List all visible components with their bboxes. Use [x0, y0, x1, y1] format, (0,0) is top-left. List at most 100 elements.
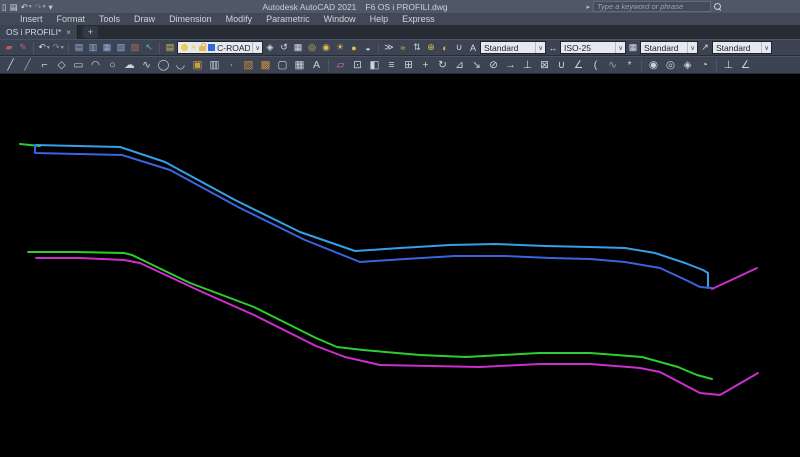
new-tab-button[interactable]: +: [83, 26, 98, 38]
undo-button-dropdown-icon[interactable]: ▾: [29, 1, 32, 13]
hatch-icon[interactable]: ▨: [240, 58, 257, 73]
profile-blue-top-edge[interactable]: [35, 145, 708, 288]
erase-icon[interactable]: ▱: [332, 58, 349, 73]
block-editor-icon[interactable]: ✎: [16, 41, 30, 55]
layer-merge-icon[interactable]: ∪: [452, 41, 466, 55]
layer-isolate-lock-icon[interactable]: ◐: [438, 41, 452, 55]
break-icon[interactable]: ⊠: [536, 58, 553, 73]
construction-line-icon[interactable]: ╱: [19, 58, 36, 73]
redo-button-toolbar[interactable]: ↷▾: [51, 41, 65, 55]
break-at-point-icon[interactable]: ⊥: [519, 58, 536, 73]
ellipse-arc-icon[interactable]: ◡: [172, 58, 189, 73]
bring-to-front-icon[interactable]: ◉: [645, 58, 662, 73]
rectangle-icon[interactable]: ▭: [70, 58, 87, 73]
undo-button-toolbar-dropdown-icon[interactable]: ▾: [47, 45, 50, 51]
dimension-style-combo[interactable]: ISO-25∨: [560, 41, 626, 54]
menu-insert[interactable]: Insert: [13, 13, 50, 25]
multileader-style-icon[interactable]: ↗: [698, 41, 712, 55]
layer-freeze-icon[interactable]: ☀: [333, 41, 347, 55]
search-input[interactable]: [597, 2, 707, 11]
layer-lock-fade-icon[interactable]: ◒: [361, 41, 375, 55]
layer-isolate-icon[interactable]: ◎: [305, 41, 319, 55]
tool-palettes-icon[interactable]: ▦: [100, 41, 114, 55]
menu-dimension[interactable]: Dimension: [162, 13, 219, 25]
properties-palette-icon[interactable]: ▤: [72, 41, 86, 55]
layer-match-icon[interactable]: ≈: [396, 41, 410, 55]
offset-icon[interactable]: ≡: [383, 58, 400, 73]
match-properties-icon[interactable]: ▰: [2, 41, 16, 55]
layer-walk-icon[interactable]: ≫: [382, 41, 396, 55]
table-style-combo[interactable]: Standard∨: [640, 41, 698, 54]
menu-modify[interactable]: Modify: [219, 13, 260, 25]
circle-icon[interactable]: ○: [104, 58, 121, 73]
profile-green-lower[interactable]: [28, 252, 712, 379]
rotate-icon[interactable]: ↻: [434, 58, 451, 73]
layer-states-icon[interactable]: ▦: [291, 41, 305, 55]
point-icon[interactable]: ∙: [223, 58, 240, 73]
menu-help[interactable]: Help: [363, 13, 396, 25]
layer-off-icon[interactable]: ●: [347, 41, 361, 55]
extend-icon[interactable]: →: [502, 58, 519, 73]
text-style-combo-dropdown-icon[interactable]: ∨: [535, 42, 545, 53]
search-icon[interactable]: [714, 3, 722, 11]
text-style-combo[interactable]: Standard∨: [480, 41, 546, 54]
undo-button-toolbar[interactable]: ↶▾: [37, 41, 51, 55]
arc-icon[interactable]: ◠: [87, 58, 104, 73]
redo-button-dropdown-icon[interactable]: ▾: [43, 1, 46, 13]
blend-curves-icon[interactable]: ∿: [604, 58, 621, 73]
array-icon[interactable]: ⊞: [400, 58, 417, 73]
menu-window[interactable]: Window: [317, 13, 363, 25]
mirror-icon[interactable]: ◧: [366, 58, 383, 73]
region-icon[interactable]: ▢: [274, 58, 291, 73]
revision-cloud-icon[interactable]: ☁: [121, 58, 138, 73]
spline-icon[interactable]: ∿: [138, 58, 155, 73]
new-drawing-icon[interactable]: ▯: [2, 1, 7, 13]
gradient-icon[interactable]: ▩: [257, 58, 274, 73]
table-icon[interactable]: ▦: [291, 58, 308, 73]
send-to-back-icon[interactable]: ◎: [662, 58, 679, 73]
text-style-icon[interactable]: A: [466, 41, 480, 55]
redo-button-toolbar-dropdown-icon[interactable]: ▾: [61, 45, 64, 51]
join-icon[interactable]: ∪: [553, 58, 570, 73]
perpendicular-snap-icon[interactable]: ⊥: [720, 58, 737, 73]
layer-previous-icon[interactable]: ↺: [277, 41, 291, 55]
markup-set-manager-icon[interactable]: ▨: [128, 41, 142, 55]
layer-unisolate-icon[interactable]: ◉: [319, 41, 333, 55]
insert-block-icon[interactable]: ▣: [189, 58, 206, 73]
mtext-icon[interactable]: A: [308, 58, 325, 73]
ellipse-icon[interactable]: ◯: [155, 58, 172, 73]
angular-dimension-icon[interactable]: ∠: [737, 58, 754, 73]
fillet-icon[interactable]: (: [587, 58, 604, 73]
explode-icon[interactable]: *: [621, 58, 638, 73]
change-to-current-layer-icon[interactable]: ⇅: [410, 41, 424, 55]
bring-above-objects-icon[interactable]: ◈: [679, 58, 696, 73]
trim-icon[interactable]: ⊘: [485, 58, 502, 73]
polygon-icon[interactable]: ◇: [53, 58, 70, 73]
copy-icon[interactable]: ⊡: [349, 58, 366, 73]
tab-close-icon[interactable]: ×: [66, 28, 71, 37]
copy-objects-to-new-layer-icon[interactable]: ⊕: [424, 41, 438, 55]
profile-blue-bottom-edge[interactable]: [35, 145, 712, 288]
file-tab-active[interactable]: OS i PROFILI* ×: [0, 25, 78, 39]
layer-combo-dropdown-icon[interactable]: ∨: [252, 42, 262, 53]
menu-format[interactable]: Format: [50, 13, 93, 25]
search-expand-icon[interactable]: ▸: [586, 3, 590, 11]
redo-button[interactable]: ↷▾: [35, 1, 46, 13]
model-space-canvas[interactable]: [0, 74, 800, 457]
table-style-combo-dropdown-icon[interactable]: ∨: [687, 42, 697, 53]
undo-button[interactable]: ↶▾: [21, 1, 32, 13]
move-icon[interactable]: +: [417, 58, 434, 73]
plot-style-combo[interactable]: Standard∨: [712, 41, 772, 54]
line-icon[interactable]: ╱: [2, 58, 19, 73]
layer-combo[interactable]: ☀C-ROAD-SAMP∨: [177, 41, 263, 54]
send-under-objects-icon[interactable]: ◔: [696, 58, 713, 73]
menu-express[interactable]: Express: [395, 13, 442, 25]
plot-icon[interactable]: ▤: [10, 1, 18, 13]
polyline-icon[interactable]: ⌐: [36, 58, 53, 73]
plot-style-combo-dropdown-icon[interactable]: ∨: [761, 42, 771, 53]
qat-customize-button[interactable]: ▾: [49, 1, 53, 13]
quick-select-icon[interactable]: ↖: [142, 41, 156, 55]
profile-magenta-lower[interactable]: [36, 258, 758, 395]
stretch-icon[interactable]: ↘: [468, 58, 485, 73]
table-style-icon[interactable]: ▦: [626, 41, 640, 55]
